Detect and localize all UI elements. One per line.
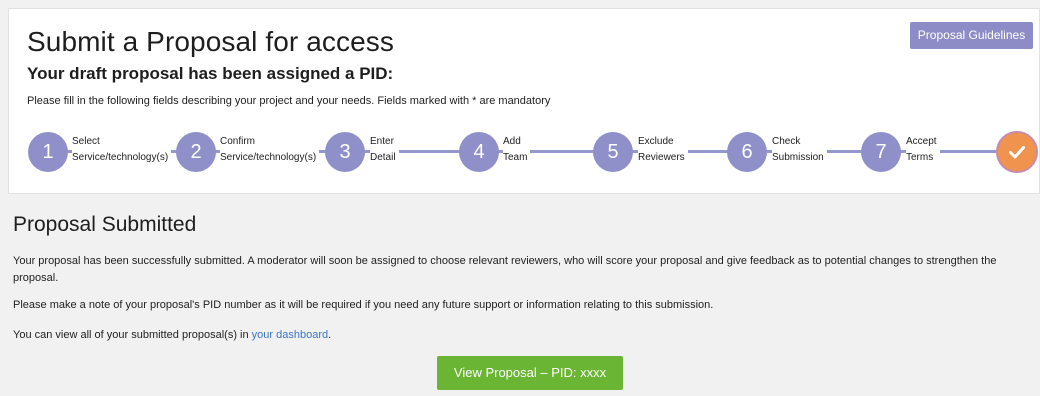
step-2-label: Confirm Service/technology(s) bbox=[220, 134, 320, 166]
step-4-circle[interactable]: 4 bbox=[459, 132, 499, 172]
step-5-label: Exclude Reviewers bbox=[638, 134, 688, 166]
proposal-guidelines-button[interactable]: Proposal Guidelines bbox=[910, 22, 1033, 49]
step-complete-circle bbox=[996, 131, 1038, 173]
step-7-label: Accept Terms bbox=[906, 134, 940, 166]
pid-note-text: Please make a note of your proposal's PI… bbox=[13, 299, 714, 311]
proposal-submitted-heading: Proposal Submitted bbox=[13, 213, 197, 236]
dashboard-link[interactable]: your dashboard bbox=[252, 329, 328, 341]
step-6-circle[interactable]: 6 bbox=[727, 132, 767, 172]
form-instructions: Please fill in the following fields desc… bbox=[27, 95, 551, 107]
dashboard-text: You can view all of your submitted propo… bbox=[13, 329, 332, 341]
view-proposal-button[interactable]: View Proposal – PID: xxxx bbox=[437, 356, 623, 390]
proposal-header-card: Submit a Proposal for access Proposal Gu… bbox=[8, 8, 1040, 194]
submission-confirmation-text: Your proposal has been successfully subm… bbox=[13, 255, 997, 284]
step-4-label: Add Team bbox=[503, 134, 531, 166]
step-6-label: Check Submission bbox=[772, 134, 827, 166]
draft-pid-subtitle: Your draft proposal has been assigned a … bbox=[27, 64, 394, 83]
progress-stepper: 1 Select Service/technology(s) 2 Confirm… bbox=[9, 127, 1040, 175]
step-3-circle[interactable]: 3 bbox=[325, 132, 365, 172]
check-icon bbox=[1009, 146, 1025, 159]
page-title: Submit a Proposal for access bbox=[27, 26, 394, 57]
step-2-circle[interactable]: 2 bbox=[176, 132, 216, 172]
step-1-label: Select Service/technology(s) bbox=[72, 134, 172, 166]
step-1-circle[interactable]: 1 bbox=[28, 132, 68, 172]
step-5-circle[interactable]: 5 bbox=[593, 132, 633, 172]
step-7-circle[interactable]: 7 bbox=[861, 132, 901, 172]
step-3-label: Enter Detail bbox=[370, 134, 399, 166]
